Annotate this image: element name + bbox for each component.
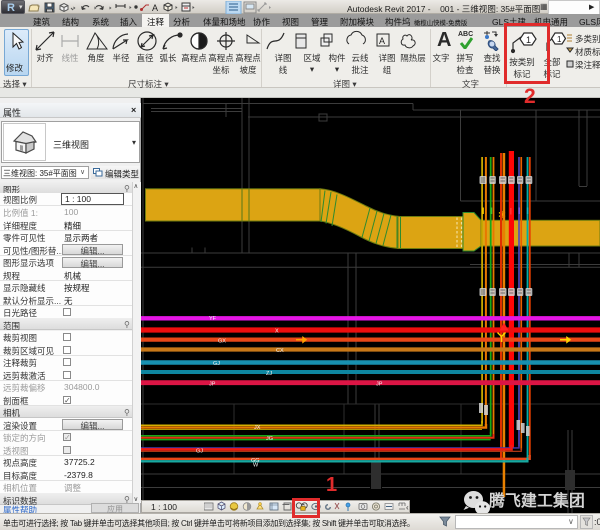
svg-text:JP: JP (376, 382, 383, 388)
svg-text:JX: JX (254, 425, 261, 431)
svg-text:X: X (275, 329, 279, 335)
svg-text:GJ: GJ (213, 361, 220, 367)
svg-text:CX: CX (276, 348, 284, 354)
svg-text:GJ: GJ (196, 449, 203, 455)
svg-text:A: A (379, 36, 385, 46)
svg-text:GX: GX (218, 339, 226, 345)
svg-text:‹: ‹ (406, 503, 409, 512)
svg-text:JG: JG (266, 436, 273, 442)
svg-text:JP: JP (209, 382, 216, 388)
svg-text:W: W (253, 463, 259, 469)
svg-text:YF: YF (209, 316, 217, 322)
svg-text:A: A (152, 3, 158, 13)
svg-text:ZJ: ZJ (266, 371, 272, 377)
svg-text:1: 1 (557, 35, 562, 44)
svg-text:腾飞建工集团: 腾飞建工集团 (489, 491, 585, 510)
